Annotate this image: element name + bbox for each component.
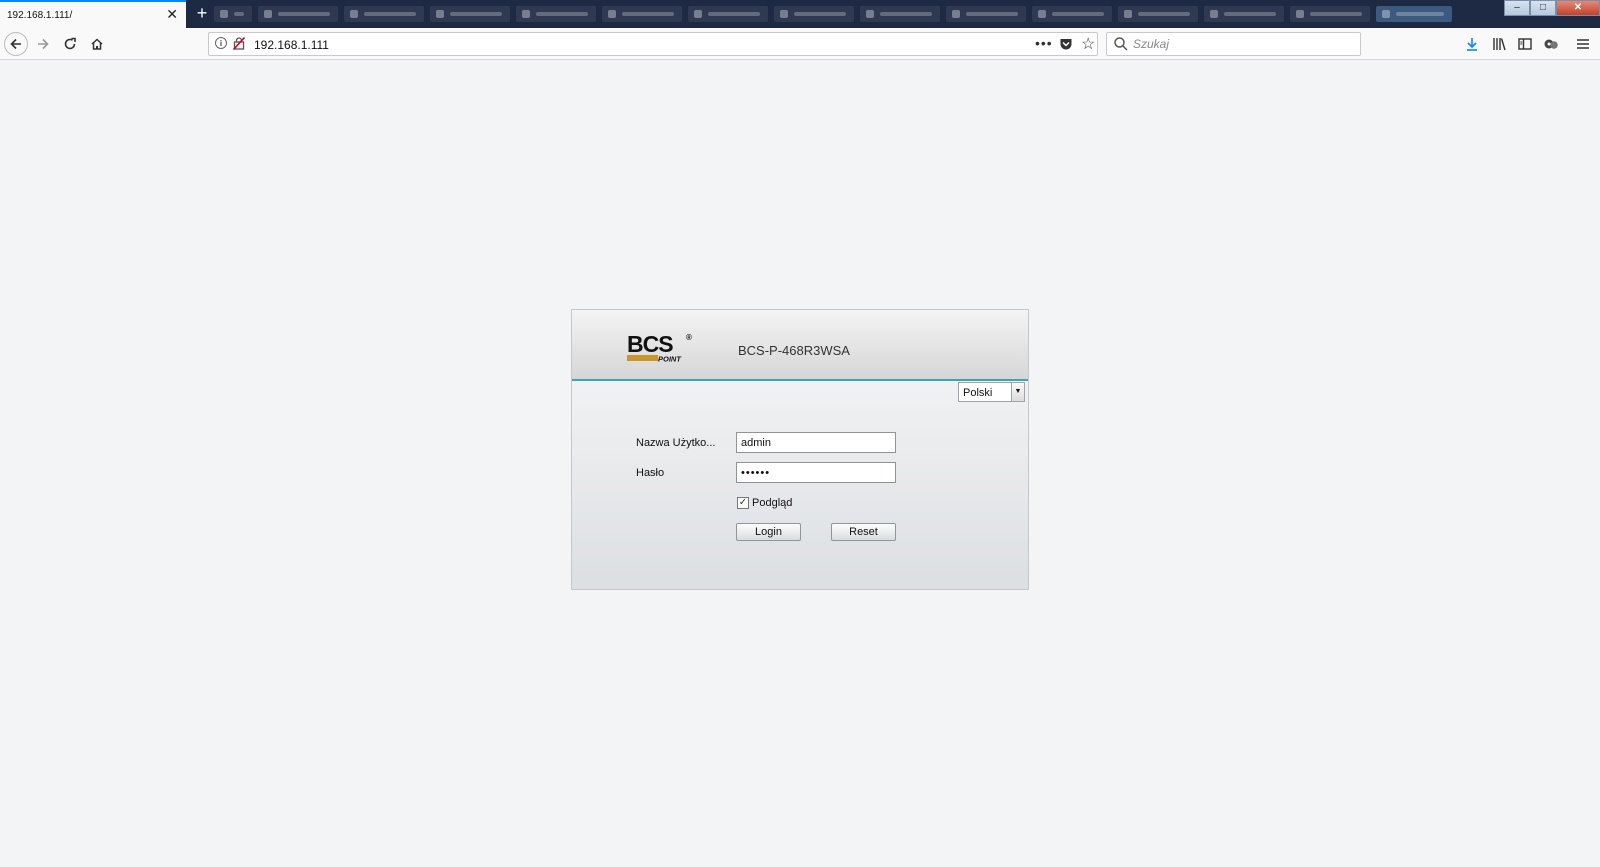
language-select[interactable]: Polski ▼	[958, 382, 1025, 402]
pocket-icon[interactable]	[1059, 37, 1073, 51]
url-bar[interactable]: i 192.168.1.111 ••• ☆	[208, 32, 1098, 56]
background-tab[interactable]	[688, 6, 768, 22]
new-tab-button[interactable]: +	[193, 2, 211, 24]
background-tab[interactable]	[516, 6, 596, 22]
close-window-button[interactable]: ✕	[1556, 0, 1600, 16]
forward-icon[interactable]	[31, 32, 55, 56]
insecure-icon[interactable]	[233, 37, 245, 50]
preview-label: Podgląd	[752, 497, 793, 509]
background-tab[interactable]	[258, 6, 338, 22]
chevron-down-icon[interactable]: ▼	[1011, 383, 1024, 401]
minimize-button[interactable]: –	[1504, 0, 1530, 16]
library-icon[interactable]	[1489, 34, 1509, 54]
background-tab[interactable]	[1032, 6, 1112, 22]
background-tab[interactable]	[214, 6, 252, 22]
url-text[interactable]: 192.168.1.111	[254, 38, 329, 52]
menu-icon[interactable]	[1573, 34, 1593, 54]
tab-title: 192.168.1.111/	[7, 10, 73, 21]
device-model: BCS-P-468R3WSA	[738, 343, 850, 358]
reload-icon[interactable]	[58, 32, 82, 56]
back-icon[interactable]	[4, 32, 28, 56]
background-tab[interactable]	[430, 6, 510, 22]
svg-text:BCS: BCS	[627, 331, 673, 357]
login-panel: BCS ® POINT BCS-P-468R3WSA Polski ▼ Nazw…	[571, 309, 1029, 590]
background-tab[interactable]	[344, 6, 424, 22]
home-icon[interactable]	[85, 32, 109, 56]
search-input[interactable]	[1133, 36, 1353, 52]
background-tab[interactable]	[860, 6, 940, 22]
password-field[interactable]	[736, 462, 896, 483]
tab-close-icon[interactable]: ✕	[166, 7, 178, 21]
background-tab[interactable]	[774, 6, 854, 22]
username-label: Nazwa Użytko...	[636, 437, 716, 449]
more-icon[interactable]: •••	[1035, 35, 1053, 51]
star-icon[interactable]: ☆	[1081, 34, 1095, 54]
active-tab[interactable]: 192.168.1.111/ ✕	[0, 0, 186, 28]
search-bar[interactable]	[1106, 32, 1361, 56]
background-tab[interactable]	[1290, 6, 1370, 22]
background-tab[interactable]	[1118, 6, 1198, 22]
password-label: Hasło	[636, 467, 665, 479]
info-icon[interactable]: i	[215, 37, 227, 49]
background-tab[interactable]	[1204, 6, 1284, 22]
reset-button[interactable]: Reset	[831, 523, 896, 541]
bcs-point-logo: BCS ® POINT	[627, 331, 692, 364]
download-icon[interactable]	[1462, 34, 1482, 54]
window-controls: – □ ✕	[1504, 0, 1600, 16]
login-header: BCS ® POINT BCS-P-468R3WSA	[572, 310, 1028, 381]
username-field[interactable]	[736, 432, 896, 453]
login-button[interactable]: Login	[736, 523, 801, 541]
maximize-button[interactable]: □	[1530, 0, 1556, 16]
background-tab[interactable]	[946, 6, 1026, 22]
background-tab[interactable]	[1376, 6, 1452, 22]
extension-icon[interactable]	[1541, 34, 1561, 54]
search-icon	[1114, 37, 1128, 51]
navigation-toolbar: i 192.168.1.111 ••• ☆	[0, 28, 1600, 60]
language-value: Polski	[963, 387, 993, 399]
sidebar-icon[interactable]	[1515, 34, 1535, 54]
background-tab[interactable]	[602, 6, 682, 22]
svg-text:®: ®	[686, 333, 692, 342]
preview-checkbox[interactable]: ✓	[737, 497, 749, 509]
svg-text:POINT: POINT	[658, 355, 682, 364]
tab-bar: 192.168.1.111/ ✕ + – □ ✕	[0, 0, 1600, 28]
